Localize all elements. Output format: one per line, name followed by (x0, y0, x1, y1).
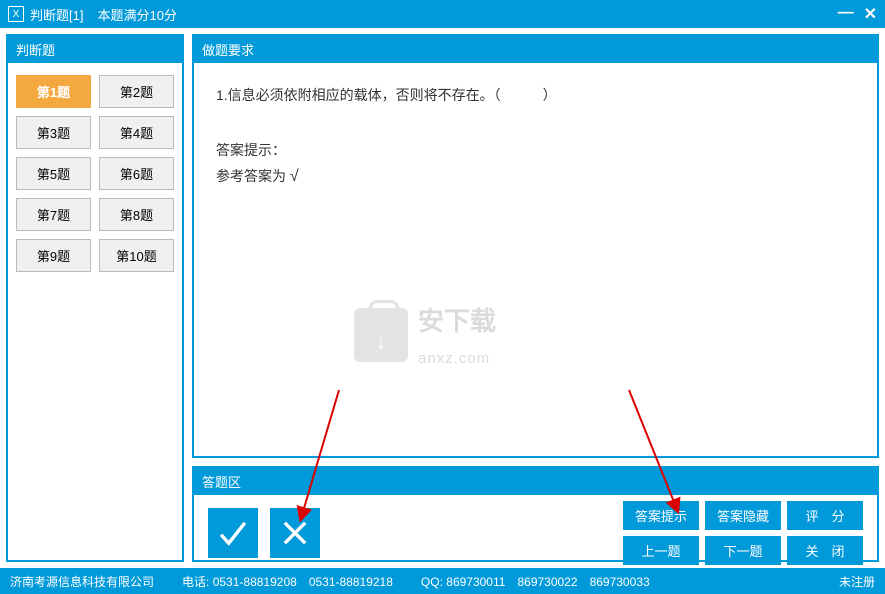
score-button[interactable]: 评 分 (787, 501, 863, 530)
question-3-button[interactable]: 第3题 (16, 116, 91, 149)
answer-panel: 答题区 (192, 466, 879, 562)
question-1-button[interactable]: 第1题 (16, 75, 91, 108)
qq-block: QQ: 869730011 869730022 869730033 (421, 573, 650, 590)
watermark-en: anxz.com (418, 345, 496, 372)
question-6-button[interactable]: 第6题 (99, 157, 174, 190)
answer-hint-label: 答案提示： (216, 138, 855, 163)
app-icon: X (8, 6, 24, 22)
watermark-cn: 安下载 (418, 298, 496, 345)
check-icon (216, 516, 250, 550)
question-body[interactable]: 1.信息必须依附相应的载体，否则将不存在。（ ） 答案提示： 参考答案为 √ 安… (194, 63, 877, 456)
score-label: 本题满分10分 (97, 5, 176, 24)
question-10-button[interactable]: 第10题 (99, 239, 174, 272)
minimize-button[interactable]: — (838, 4, 854, 24)
watermark-icon (354, 308, 408, 362)
cross-icon (278, 516, 312, 550)
question-5-button[interactable]: 第5题 (16, 157, 91, 190)
next-button[interactable]: 下一题 (705, 536, 781, 565)
question-panel-header: 做题要求 (194, 36, 877, 63)
reference-answer: 参考答案为 √ (216, 163, 855, 192)
company-name: 济南考源信息科技有限公司 (10, 573, 154, 590)
sidebar-header: 判断题 (8, 36, 182, 63)
question-4-button[interactable]: 第4题 (99, 116, 174, 149)
prev-button[interactable]: 上一题 (623, 536, 699, 565)
main-area: 判断题 第1题 第2题 第3题 第4题 第5题 第6题 第7题 第8题 第9题 … (0, 28, 885, 568)
answer-panel-header: 答题区 (194, 468, 877, 495)
question-7-button[interactable]: 第7题 (16, 198, 91, 231)
question-2-button[interactable]: 第2题 (99, 75, 174, 108)
phone-block: 电话: 0531-88819208 0531-88819218 (182, 573, 393, 590)
right-column: 做题要求 1.信息必须依附相应的载体，否则将不存在。（ ） 答案提示： 参考答案… (192, 34, 879, 562)
question-list: 第1题 第2题 第3题 第4题 第5题 第6题 第7题 第8题 第9题 第10题 (8, 63, 182, 284)
question-8-button[interactable]: 第8题 (99, 198, 174, 231)
window-title: 判断题[1] (30, 5, 83, 24)
sidebar: 判断题 第1题 第2题 第3题 第4题 第5题 第6题 第7题 第8题 第9题 … (6, 34, 184, 562)
close-button[interactable]: ✕ (864, 4, 877, 24)
footer: 济南考源信息科技有限公司 电话: 0531-88819208 0531-8881… (0, 568, 885, 594)
close-quiz-button[interactable]: 关 闭 (787, 536, 863, 565)
checkmark-icon: √ (290, 168, 299, 185)
answer-hide-button[interactable]: 答案隐藏 (705, 501, 781, 530)
question-text: 1.信息必须依附相应的载体，否则将不存在。（ ） (216, 83, 855, 108)
watermark: 安下载 anxz.com (354, 298, 496, 372)
question-9-button[interactable]: 第9题 (16, 239, 91, 272)
question-panel: 做题要求 1.信息必须依附相应的载体，否则将不存在。（ ） 答案提示： 参考答案… (192, 34, 879, 458)
true-button[interactable] (208, 508, 258, 558)
register-status: 未注册 (839, 573, 875, 590)
answer-hint-button[interactable]: 答案提示 (623, 501, 699, 530)
false-button[interactable] (270, 508, 320, 558)
titlebar: X 判断题[1] 本题满分10分 — ✕ (0, 0, 885, 28)
